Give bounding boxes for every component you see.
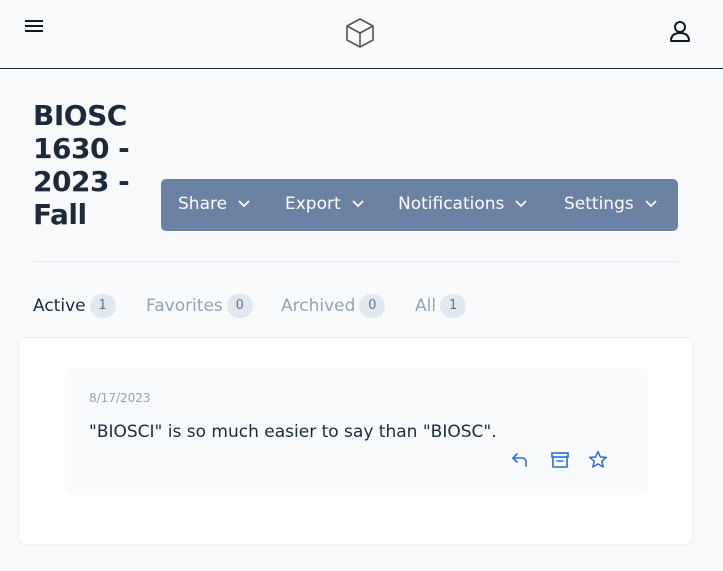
- cube-logo-icon[interactable]: [343, 16, 377, 50]
- count-badge: 0: [359, 294, 386, 318]
- tab-all[interactable]: All 1: [415, 294, 467, 318]
- tab-active[interactable]: Active 1: [33, 294, 116, 318]
- hamburger-menu-icon[interactable]: [22, 14, 48, 40]
- reply-icon[interactable]: [509, 449, 531, 471]
- tab-label: Active: [33, 296, 86, 316]
- star-icon[interactable]: [587, 449, 609, 471]
- tab-label: All: [415, 296, 437, 316]
- share-label: Share: [178, 194, 228, 214]
- export-label: Export: [285, 194, 341, 214]
- section-divider: [33, 261, 678, 262]
- chevron-down-icon: [352, 200, 364, 208]
- share-menu-button[interactable]: Share: [178, 194, 251, 214]
- export-menu-button[interactable]: Export: [285, 194, 365, 214]
- tab-label: Favorites: [146, 296, 223, 316]
- action-toolbar: Share Export Notifications Settings: [161, 179, 678, 231]
- note-text: "BIOSCI" is so much easier to say than "…: [89, 422, 497, 442]
- tab-favorites[interactable]: Favorites 0: [146, 294, 253, 318]
- settings-label: Settings: [564, 194, 634, 214]
- chevron-down-icon: [238, 200, 250, 208]
- chevron-down-icon: [515, 200, 528, 208]
- count-badge: 1: [89, 294, 116, 318]
- settings-menu-button[interactable]: Settings: [564, 194, 658, 214]
- chevron-down-icon: [645, 200, 657, 208]
- top-bar: [0, 0, 723, 69]
- tab-label: Archived: [281, 296, 356, 316]
- count-badge: 0: [226, 294, 253, 318]
- notifications-menu-button[interactable]: Notifications: [398, 194, 528, 214]
- notes-panel: 8/17/2023 "BIOSCI" is so much easier to …: [18, 337, 693, 545]
- count-badge: 1: [440, 294, 467, 318]
- notifications-label: Notifications: [398, 194, 505, 214]
- archive-icon[interactable]: [549, 449, 571, 471]
- user-icon[interactable]: [666, 17, 694, 45]
- tab-archived[interactable]: Archived 0: [281, 294, 386, 318]
- page-title: BIOSC 1630 - 2023 - Fall: [33, 99, 130, 231]
- note-date: 8/17/2023: [89, 391, 151, 405]
- note-card: 8/17/2023 "BIOSCI" is so much easier to …: [65, 368, 648, 495]
